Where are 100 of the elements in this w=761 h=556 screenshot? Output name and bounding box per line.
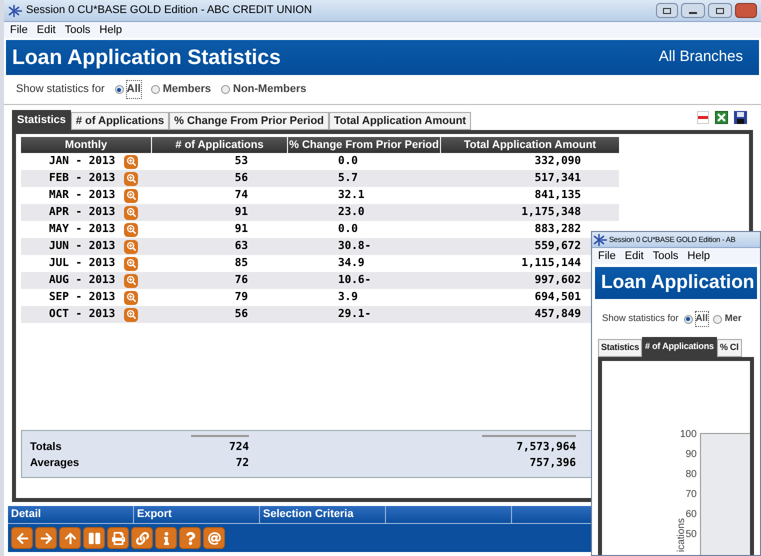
link-button[interactable] [131, 527, 153, 549]
zoom-in-icon [126, 259, 136, 268]
zoom-in-button[interactable] [124, 256, 138, 270]
table-cell-text: 332,090 [534, 153, 581, 170]
back-arrow-icon [16, 532, 28, 544]
zoom-in-icon [126, 191, 136, 200]
axis-tick-label: 50 [686, 529, 698, 542]
table-cell-text: 56 [234, 306, 248, 322]
page-title: Loan Application Statistics [12, 44, 281, 71]
zoom-in-button[interactable] [124, 154, 138, 168]
table-cell-text: MAY - 2013 [49, 221, 114, 238]
zoom-in-button[interactable] [124, 240, 138, 254]
table-cell-text: SEP - 2013 [49, 289, 114, 306]
table-cell: 23.0 [338, 205, 364, 218]
switch-window-button[interactable] [656, 3, 678, 18]
menu-item[interactable]: Tools [64, 22, 90, 38]
summary-value: 72 [236, 454, 249, 471]
close-button[interactable] [735, 3, 757, 18]
tab[interactable]: # of Applications [70, 112, 170, 130]
table-cell-text: 91 [234, 204, 248, 220]
column-header: % Change From Prior Period [288, 137, 440, 153]
table-cell: 10.6- [338, 273, 372, 286]
table-cell-text: 79 [234, 289, 248, 306]
table-cell: 0.0 [338, 154, 358, 168]
zoom-in-button[interactable] [124, 222, 138, 236]
menu-item[interactable]: File [598, 248, 616, 264]
zoom-in-button[interactable] [124, 274, 138, 288]
zoom-in-button[interactable] [124, 172, 138, 186]
action-button[interactable]: Detail [8, 506, 134, 523]
at-sign-button[interactable] [203, 527, 225, 549]
table-cell: 32.1 [338, 188, 364, 202]
radio-option[interactable]: All [684, 312, 708, 326]
table-cell-text: 53 [234, 153, 248, 170]
zoom-in-button[interactable] [124, 308, 138, 322]
menu-item[interactable]: Tools [652, 248, 678, 264]
table-cell-text: MAR - 2013 [49, 187, 114, 204]
menu-item[interactable]: Help [99, 22, 122, 38]
radio-button[interactable] [684, 314, 693, 324]
tab[interactable]: # of Applications [642, 337, 717, 357]
zoom-in-icon [126, 276, 136, 285]
radio-option[interactable]: Non-Members [221, 81, 306, 98]
zoom-in-button[interactable] [124, 188, 138, 202]
radio-button[interactable] [150, 85, 160, 94]
printer-button[interactable] [107, 527, 129, 549]
radio-button[interactable] [221, 85, 230, 94]
tab[interactable]: Total Application Amount [328, 112, 472, 130]
radio-option[interactable]: All [114, 81, 141, 98]
pause-button[interactable] [83, 527, 105, 549]
maximize-button[interactable] [708, 3, 732, 18]
radio-button[interactable] [712, 314, 722, 324]
pdf-icon[interactable] [697, 111, 709, 124]
action-button[interactable]: Selection Criteria [260, 506, 386, 523]
tab[interactable]: Statistics [12, 110, 71, 130]
table-cell-text: JUN - 2013 [49, 238, 114, 254]
app-logo-icon [593, 234, 607, 246]
info-button[interactable] [155, 527, 177, 549]
forward-arrow-icon [40, 532, 52, 544]
menu-item[interactable]: Edit [624, 248, 644, 264]
table-cell-text: AUG - 2013 [49, 272, 114, 288]
table-cell-text: JUL - 2013 [49, 255, 114, 272]
tab[interactable]: % Cl [716, 339, 742, 357]
zoom-in-icon [126, 293, 136, 302]
table-cell: 5.7 [338, 171, 358, 184]
zoom-in-button[interactable] [124, 206, 138, 220]
radio-option[interactable]: Mer [712, 312, 742, 326]
help-icon [184, 532, 196, 544]
radio-button[interactable] [114, 85, 124, 94]
menu-item[interactable]: Edit [36, 22, 56, 38]
table-cell-text: 74 [234, 187, 248, 204]
menu-item[interactable]: Help [687, 248, 710, 264]
table-cell-text: 1,115,144 [521, 255, 581, 272]
summary-label: Totals [30, 440, 63, 455]
printer-icon [112, 532, 124, 544]
table-cell-text: 63 [234, 238, 248, 254]
zoom-in-icon [126, 157, 136, 166]
zoom-in-icon [126, 174, 136, 183]
forward-arrow-button[interactable] [35, 527, 57, 549]
radio-option[interactable]: Members [150, 81, 211, 98]
zoom-in-icon [126, 208, 136, 217]
table-cell-text: 883,282 [534, 221, 581, 238]
menu-item[interactable]: File [10, 22, 28, 38]
table-cell-text: OCT - 2013 [49, 306, 114, 322]
up-arrow-button[interactable] [59, 527, 81, 549]
summary-value: 724 [229, 438, 249, 455]
axis-tick-label: 80 [686, 469, 698, 482]
tab[interactable]: Statistics [598, 339, 642, 357]
minimize-button[interactable] [681, 3, 705, 18]
summary-label: Averages [30, 456, 80, 471]
back-arrow-button[interactable] [11, 527, 33, 549]
table-cell-text: 76 [234, 272, 248, 288]
spreadsheet-icon[interactable] [715, 111, 728, 124]
action-button[interactable]: Export [134, 506, 260, 523]
zoom-in-button[interactable] [124, 290, 138, 304]
table-cell-text: JAN - 2013 [49, 153, 114, 170]
table-cell: 0.0 [338, 222, 358, 236]
save-icon[interactable] [734, 111, 747, 124]
help-button[interactable] [179, 527, 201, 549]
tab[interactable]: % Change From Prior Period [169, 112, 329, 130]
column-header: Total Application Amount [441, 137, 619, 153]
column-header: Monthly [21, 137, 151, 153]
